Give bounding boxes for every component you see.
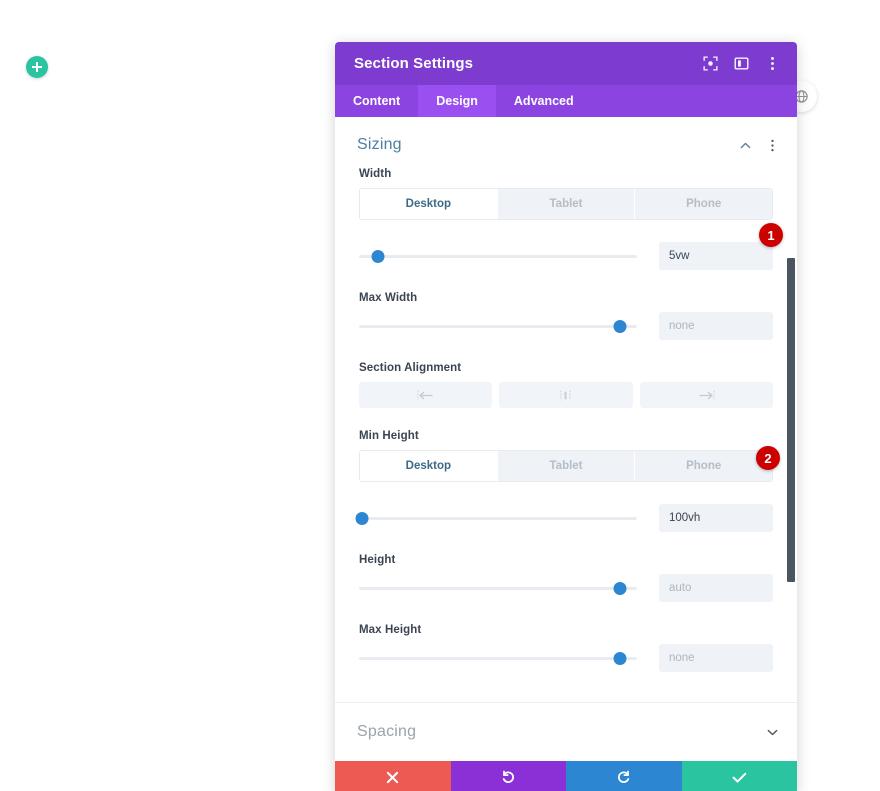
- field-height: Height auto: [359, 554, 773, 602]
- section-header-sizing[interactable]: Sizing: [335, 117, 797, 168]
- slider-thumb[interactable]: [613, 651, 627, 665]
- slider-width[interactable]: [359, 249, 637, 263]
- alignment-button-group: [359, 382, 773, 408]
- slider-row-min-height: 100vh: [355, 504, 773, 532]
- device-toggle-min-height: Desktop Tablet Phone: [359, 450, 773, 482]
- slider-thumb[interactable]: [371, 249, 385, 263]
- chevron-down-icon[interactable]: [766, 726, 779, 739]
- field-max-width: Max Width none: [359, 292, 773, 340]
- slider-track: [359, 656, 637, 660]
- page-canvas: Section Settings Content Design Advanced…: [0, 0, 880, 791]
- field-width: Width Desktop Tablet Phone 5vw: [359, 168, 773, 270]
- slider-track: [359, 254, 637, 258]
- value-input-min-height[interactable]: 100vh: [659, 504, 773, 532]
- save-button[interactable]: [681, 761, 797, 791]
- field-min-height: Min Height Desktop Tablet Phone 100vh: [355, 430, 773, 532]
- modal-scrollbar-thumb[interactable]: [787, 258, 795, 582]
- kebab-menu-icon[interactable]: [765, 56, 780, 71]
- align-right-icon: [699, 390, 715, 400]
- value-input-max-width[interactable]: none: [659, 312, 773, 340]
- section-settings-modal: Section Settings Content Design Advanced…: [335, 42, 797, 791]
- device-option-tablet[interactable]: Tablet: [497, 189, 636, 219]
- close-x-icon: [387, 771, 399, 783]
- device-option-phone[interactable]: Phone: [635, 451, 772, 481]
- modal-tabbar: Content Design Advanced: [335, 85, 797, 117]
- tab-advanced[interactable]: Advanced: [496, 85, 592, 117]
- align-left-icon: [417, 390, 433, 400]
- tab-content[interactable]: Content: [335, 85, 418, 117]
- redo-button[interactable]: [566, 761, 682, 791]
- value-input-height[interactable]: auto: [659, 574, 773, 602]
- slider-row-width: 5vw: [359, 242, 773, 270]
- slider-row-max-height: none: [359, 644, 773, 672]
- section-header-icons: [739, 139, 779, 152]
- slider-track: [359, 516, 637, 520]
- annotation-badge-2: 2: [756, 446, 780, 470]
- tab-design[interactable]: Design: [418, 85, 496, 117]
- section-header-spacing[interactable]: Spacing: [335, 702, 797, 761]
- slider-thumb[interactable]: [613, 319, 627, 333]
- section-title-spacing: Spacing: [357, 723, 417, 740]
- modal-header-icons: [703, 56, 780, 71]
- cancel-button[interactable]: [335, 761, 451, 791]
- field-label-width: Width: [359, 168, 392, 180]
- field-label-max-height: Max Height: [359, 624, 422, 636]
- field-label-max-width: Max Width: [359, 292, 418, 304]
- field-max-height: Max Height none: [359, 624, 773, 672]
- slider-row-max-width: none: [359, 312, 773, 340]
- value-input-max-height[interactable]: none: [659, 644, 773, 672]
- modal-header: Section Settings: [335, 42, 797, 85]
- field-label-min-height: Min Height: [359, 430, 419, 442]
- device-option-desktop[interactable]: Desktop: [360, 189, 498, 219]
- checkmark-icon: [732, 772, 747, 783]
- undo-button[interactable]: [450, 761, 566, 791]
- slider-max-width[interactable]: [359, 319, 637, 333]
- device-option-phone[interactable]: Phone: [635, 189, 772, 219]
- slider-track: [359, 324, 637, 328]
- chevron-up-icon[interactable]: [739, 139, 752, 152]
- slider-track: [359, 586, 637, 590]
- slider-row-height: auto: [359, 574, 773, 602]
- modal-scrollbar-track[interactable]: [787, 117, 795, 761]
- modal-title: Section Settings: [354, 55, 474, 72]
- section-title-sizing: Sizing: [357, 136, 402, 153]
- device-toggle-width: Desktop Tablet Phone: [359, 188, 773, 220]
- slider-min-height[interactable]: [355, 511, 637, 525]
- slider-max-height[interactable]: [359, 651, 637, 665]
- device-option-tablet[interactable]: Tablet: [497, 451, 636, 481]
- field-label-section-alignment: Section Alignment: [359, 362, 462, 374]
- slider-height[interactable]: [359, 581, 637, 595]
- undo-arrow-icon: [502, 770, 514, 783]
- slider-thumb[interactable]: [613, 581, 627, 595]
- align-left-button[interactable]: [359, 382, 493, 408]
- modal-footer: [335, 761, 797, 791]
- layout-panel-icon[interactable]: [734, 56, 749, 71]
- plus-icon: [32, 62, 42, 72]
- modal-body: Sizing Width Desktop Tablet Phone 5vw Ma…: [335, 117, 797, 761]
- section-body-sizing: Width Desktop Tablet Phone 5vw Max Width…: [335, 168, 797, 702]
- align-right-button[interactable]: [639, 382, 773, 408]
- field-label-height: Height: [359, 554, 396, 566]
- redo-arrow-icon: [618, 770, 630, 783]
- align-center-button[interactable]: [499, 382, 633, 408]
- align-center-icon: [560, 390, 572, 400]
- value-input-width[interactable]: 5vw: [659, 242, 773, 270]
- field-section-alignment: Section Alignment: [359, 362, 773, 408]
- focus-target-icon[interactable]: [703, 56, 718, 71]
- device-option-desktop[interactable]: Desktop: [360, 451, 498, 481]
- slider-thumb[interactable]: [355, 511, 369, 525]
- add-section-button[interactable]: [26, 56, 48, 78]
- annotation-badge-1: 1: [759, 223, 783, 247]
- kebab-menu-icon[interactable]: [766, 139, 779, 152]
